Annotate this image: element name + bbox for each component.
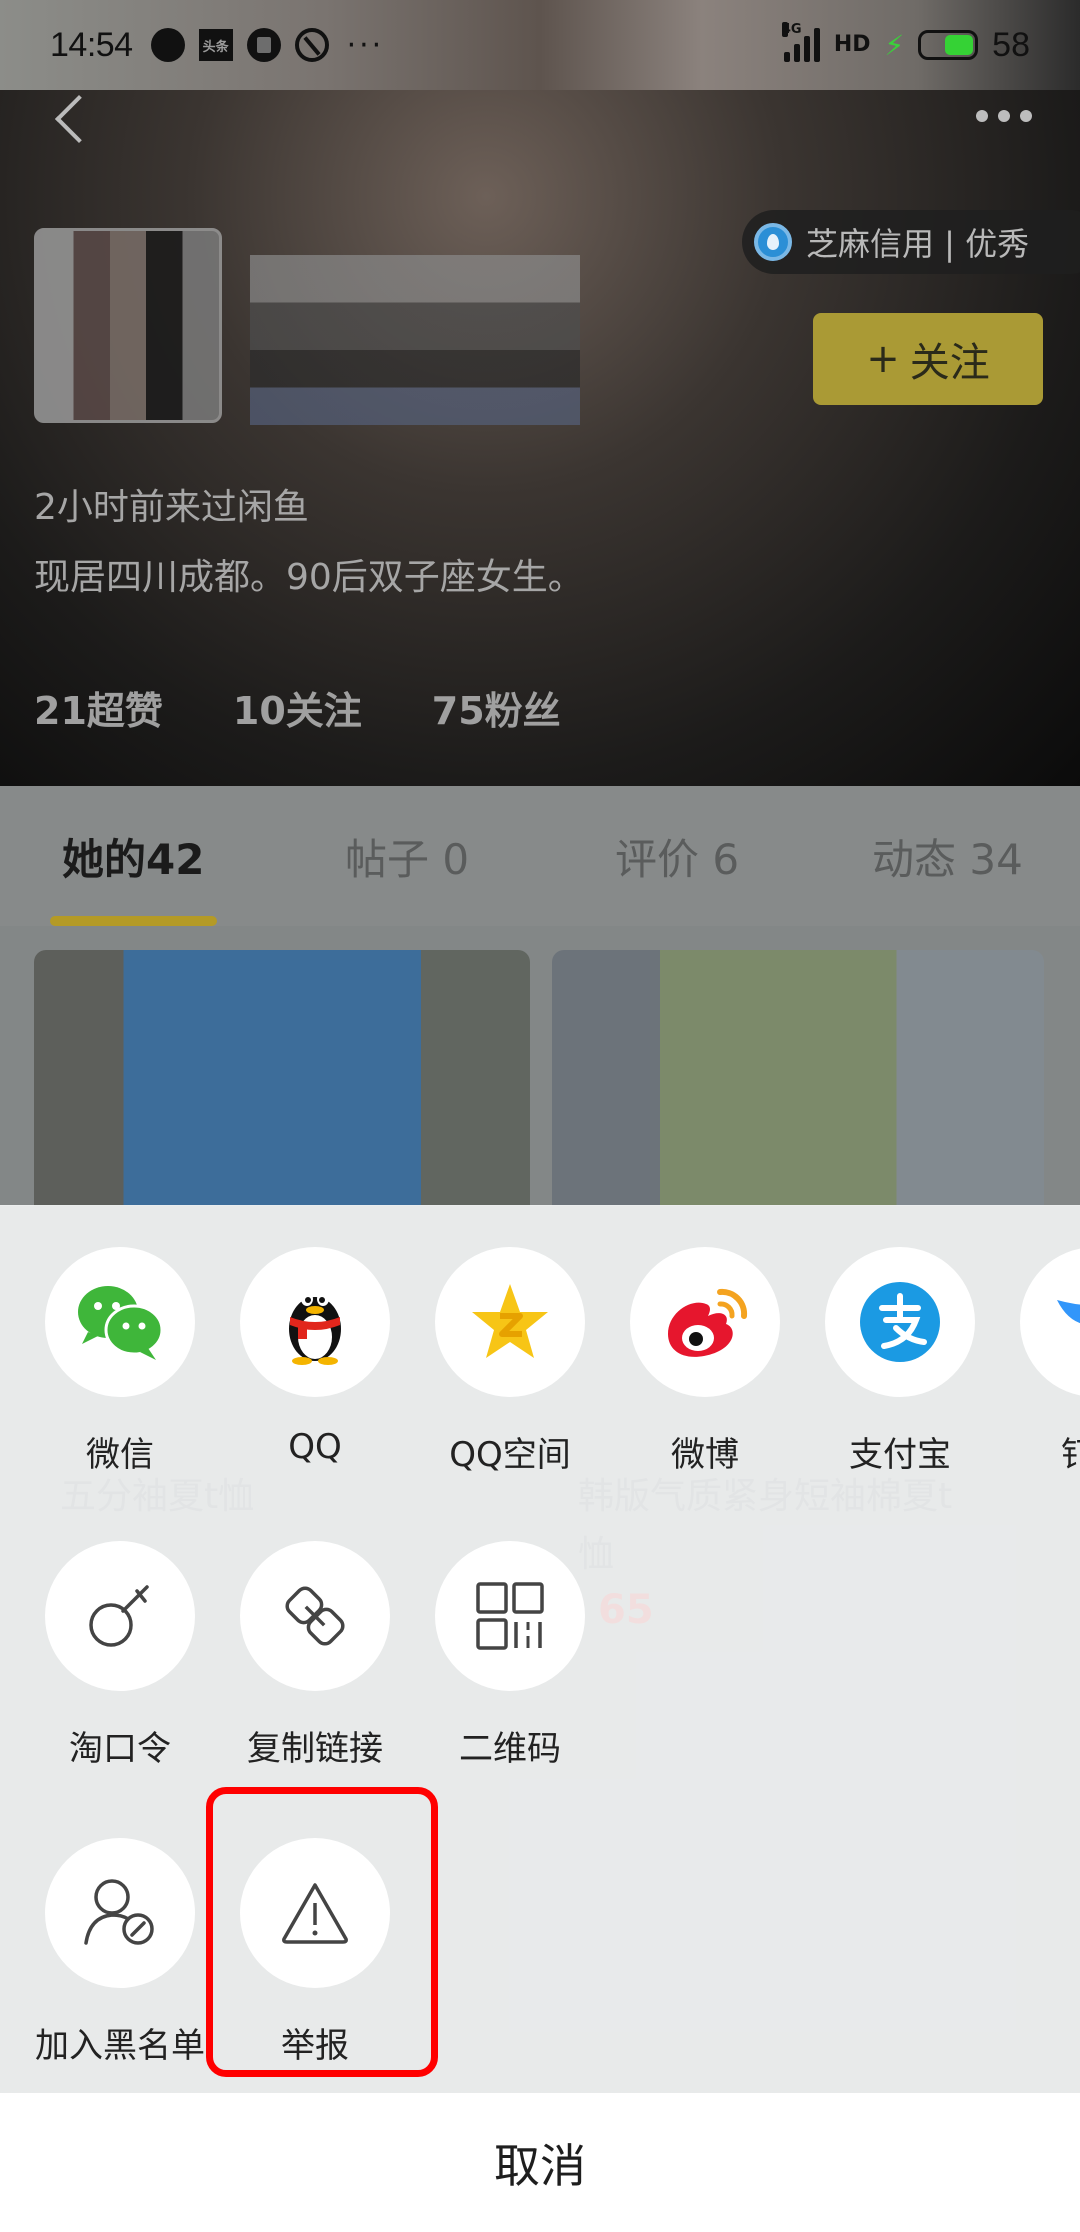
avatar[interactable]	[34, 228, 222, 423]
stat-followers[interactable]: 75粉丝	[432, 680, 561, 735]
share-label: 淘口令	[69, 1729, 171, 1769]
cancel-button[interactable]: 取消	[0, 2093, 1080, 2232]
tabs-bar: 她的42 帖子 0 评价 6 动态 34	[0, 786, 1080, 926]
battery-percent: 58	[992, 25, 1030, 64]
tab-items[interactable]: 她的42	[62, 826, 204, 887]
sesame-credit-icon	[754, 223, 792, 261]
toutiao-icon: 头条	[198, 29, 233, 61]
cancel-label: 取消	[494, 2138, 586, 2193]
battery-icon	[918, 30, 979, 60]
share-label: QQ	[288, 1427, 342, 1467]
back-icon[interactable]	[50, 92, 90, 152]
share-copy-link[interactable]: 复制链接	[240, 1541, 390, 1770]
share-qzone[interactable]: QQ空间	[435, 1247, 585, 1476]
report-highlight-box	[206, 1787, 438, 2077]
share-qrcode[interactable]: 二维码	[435, 1541, 585, 1770]
share-taokouling[interactable]: 淘口令	[45, 1541, 195, 1770]
compass-icon	[294, 28, 329, 62]
share-label: 二维码	[459, 1729, 561, 1769]
weibo-icon	[668, 1288, 748, 1357]
share-label: 支付宝	[849, 1435, 951, 1475]
product-image	[34, 950, 530, 1206]
tab-posts[interactable]: 帖子 0	[345, 826, 469, 887]
qrcode-icon	[476, 1582, 544, 1650]
share-label: QQ空间	[449, 1435, 571, 1475]
background-product-price: 65	[598, 1587, 654, 1633]
shirt-icon	[246, 28, 281, 62]
share-label: 微博	[671, 1435, 739, 1475]
share-wechat[interactable]: 微信	[45, 1247, 195, 1476]
qq-icon	[289, 1292, 341, 1365]
sesame-credit-text: 芝麻信用 | 优秀	[806, 225, 1030, 263]
status-time: 14:54	[50, 25, 133, 64]
bio: 现居四川成都。90后双子座女生。	[34, 557, 584, 598]
profile-stats: 21超赞 10关注 75粉丝	[34, 680, 561, 735]
username-blurred	[250, 255, 580, 425]
alipay-icon	[860, 1282, 940, 1362]
tab-activity[interactable]: 动态 34	[872, 826, 1023, 887]
stat-likes[interactable]: 21超赞	[34, 680, 163, 735]
share-weibo[interactable]: 微博	[630, 1247, 780, 1476]
qzone-icon	[472, 1284, 548, 1358]
tab-reviews[interactable]: 评价 6	[615, 826, 739, 887]
more-notifications-icon: ···	[346, 27, 385, 63]
share-alipay[interactable]: 支付宝	[825, 1247, 975, 1476]
taokouling-key-icon	[89, 1585, 149, 1647]
plus-icon: +	[866, 336, 900, 382]
chat-bubble-icon	[150, 28, 185, 62]
wechat-icon	[78, 1286, 164, 1360]
dingtalk-icon	[1057, 1300, 1080, 1324]
block-user-icon	[84, 1879, 154, 1945]
share-qq[interactable]: QQ	[240, 1247, 390, 1467]
share-label: 钉钉	[1061, 1435, 1080, 1475]
product-image	[552, 950, 1044, 1206]
more-icon[interactable]	[976, 110, 1032, 122]
battery-level	[944, 35, 974, 55]
charging-icon: ⚡	[884, 28, 905, 62]
follow-label: 关注	[909, 340, 990, 386]
sesame-credit-badge[interactable]: 芝麻信用 | 优秀	[742, 210, 1080, 274]
signal-icon: 4G	[781, 22, 820, 62]
block-user-button[interactable]: 加入黑名单	[35, 1838, 205, 2067]
share-label: 复制链接	[247, 1729, 383, 1769]
network-type: 4G	[781, 22, 802, 37]
share-label: 微信	[86, 1435, 154, 1475]
follow-button[interactable]: + 关注	[813, 313, 1043, 405]
last-seen: 2小时前来过闲鱼	[34, 487, 309, 528]
share-label: 加入黑名单	[35, 2026, 205, 2066]
stat-following[interactable]: 10关注	[233, 680, 362, 735]
active-tab-indicator	[50, 916, 217, 926]
status-bar: 14:54 头条 ··· 4G HD ⚡ 58	[0, 0, 1080, 90]
link-icon	[285, 1586, 345, 1646]
hd-voice-icon: HD	[833, 32, 871, 57]
share-dingtalk[interactable]: 钉钉	[1020, 1247, 1080, 1476]
